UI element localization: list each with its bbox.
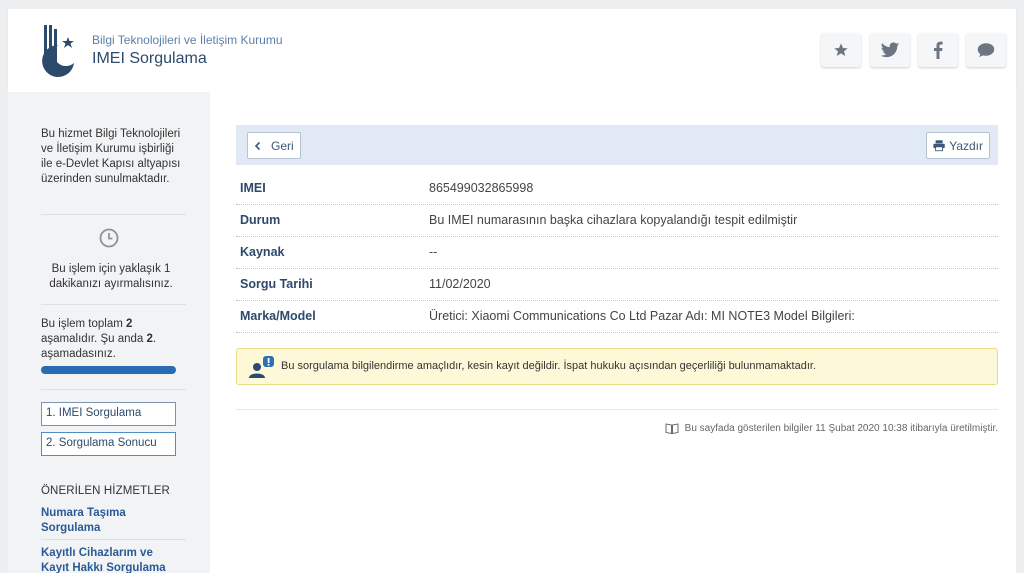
sidebar: Bu hizmet Bilgi Teknolojileri ve İletişi… [8,92,210,573]
result-row-imei: IMEI 865499032865998 [236,173,998,205]
page-header: Bilgi Teknolojileri ve İletişim Kurumu I… [8,9,1016,92]
row-label: Durum [240,213,281,227]
progress-bar [41,366,176,374]
generated-note-text: Bu sayfada gösterilen bilgiler 11 Şubat … [684,423,998,434]
step-2-sorgulama-sonucu[interactable]: 2. Sorgulama Sonucu [41,432,176,456]
printer-icon [933,140,945,152]
result-row-sorgu-tarihi: Sorgu Tarihi 11/02/2020 [236,269,998,301]
chevron-left-icon [254,141,261,150]
row-label: IMEI [240,181,266,195]
back-button-label: Geri [271,138,294,153]
time-note: Bu işlem için yaklaşık 1 dakikanızı ayır… [49,263,173,290]
stage-note-prefix: Bu işlem toplam [41,318,127,330]
divider [41,539,186,540]
favorite-button[interactable] [821,33,861,67]
comment-button[interactable] [966,33,1006,67]
row-value: -- [429,245,438,259]
result-toolbar: Geri Yazdır [236,125,998,165]
clock-icon [99,228,119,253]
row-value: 11/02/2020 [429,277,491,291]
result-row-durum: Durum Bu IMEI numarasının başka cihazlar… [236,205,998,237]
recommended-title: ÖNERİLEN HİZMETLER [41,485,170,497]
notice-box: Bu sorgulama bilgilendirme amaçlıdır, ke… [236,348,998,385]
facebook-icon [934,41,943,59]
comment-icon [977,43,995,58]
service-intro: Bu hizmet Bilgi Teknolojileri ve İletişi… [41,128,181,185]
step-1-imei-sorgulama[interactable]: 1. IMEI Sorgulama [41,402,176,426]
star-icon [834,43,848,56]
divider [41,389,186,390]
recommended-link-numara-tasima[interactable]: Numara Taşıma Sorgulama [41,506,161,536]
recommended-link-kayitli-cihazlar[interactable]: Kayıtlı Cihazlarım ve Kayıt Hakkı Sorgul… [41,546,176,573]
row-value: Üretici: Xiaomi Communications Co Ltd Pa… [429,309,855,323]
row-label: Kaynak [240,245,285,259]
print-button-label: Yazdır [949,138,983,153]
org-name: Bilgi Teknolojileri ve İletişim Kurumu [92,33,283,47]
row-label: Sorgu Tarihi [240,277,313,291]
row-label: Marka/Model [240,309,316,323]
stage-note: Bu işlem toplam 2 aşamalıdır. Şu anda 2.… [41,317,186,362]
print-button[interactable]: Yazdır [926,132,990,159]
divider [236,409,998,410]
back-button[interactable]: Geri [247,132,301,159]
twitter-share-button[interactable] [870,33,910,67]
divider [41,304,186,305]
user-info-icon [249,356,274,378]
generated-note: Bu sayfada gösterilen bilgiler 11 Şubat … [665,423,998,434]
btk-logo[interactable] [40,23,84,77]
book-icon [665,423,679,434]
main-content: Geri Yazdır IMEI 865499032865998 Durum B… [210,92,1016,573]
row-value: 865499032865998 [429,181,534,195]
facebook-share-button[interactable] [918,33,958,67]
result-row-marka-model: Marka/Model Üretici: Xiaomi Communicatio… [236,301,998,333]
twitter-icon [880,41,900,57]
page-title: IMEI Sorgulama [92,50,207,67]
divider [41,214,186,215]
row-value: Bu IMEI numarasının başka cihazlara kopy… [429,213,798,227]
stage-note-mid: aşamalıdır. Şu anda [41,333,147,345]
notice-text: Bu sorgulama bilgilendirme amaçlıdır, ke… [281,360,816,372]
stage-total: 2 [126,318,133,330]
result-row-kaynak: Kaynak -- [236,237,998,269]
